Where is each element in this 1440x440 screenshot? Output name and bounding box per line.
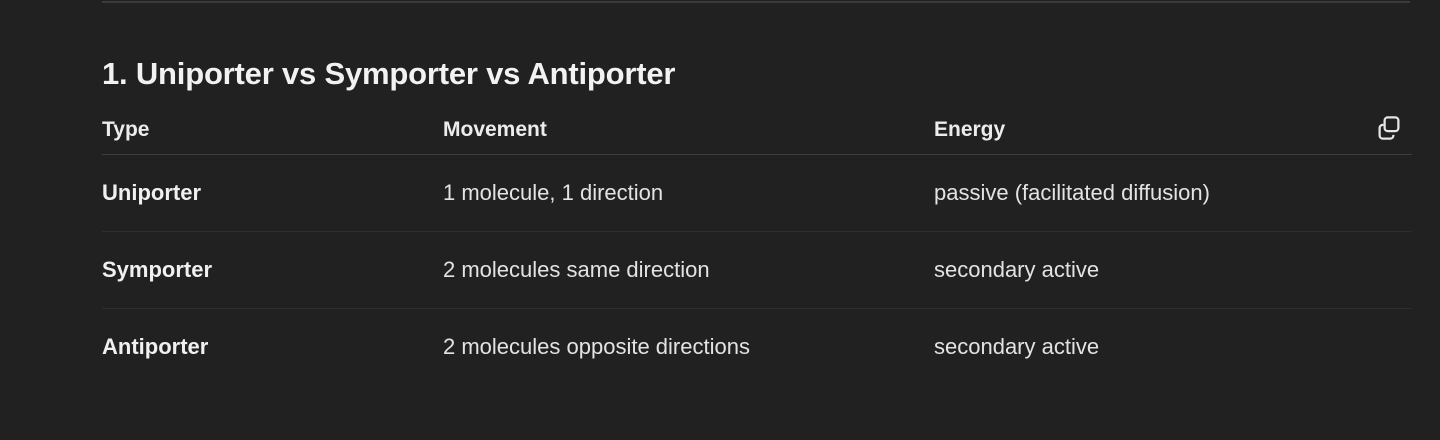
cell-energy: secondary active: [934, 231, 1412, 309]
column-header-energy: Energy: [934, 106, 1412, 155]
cell-type: Antiporter: [102, 334, 209, 359]
cell-movement: 2 molecules same direction: [443, 231, 934, 309]
copy-icon: [1378, 116, 1400, 140]
copy-table-button[interactable]: [1374, 113, 1404, 143]
column-header-movement: Movement: [443, 106, 934, 155]
cell-energy: passive (facilitated diffusion): [934, 154, 1412, 232]
comparison-table-container: Type Movement Energy Uniporter 1 molecul…: [102, 106, 1412, 385]
section-heading: 1. Uniporter vs Symporter vs Antiporter: [102, 56, 676, 91]
response-section: 1. Uniporter vs Symporter vs Antiporter …: [102, 50, 1412, 385]
table-row: Uniporter 1 molecule, 1 direction passiv…: [102, 154, 1412, 232]
cell-movement: 1 molecule, 1 direction: [443, 154, 934, 232]
divider: [102, 1, 1410, 3]
cell-type: Uniporter: [102, 154, 443, 232]
column-header-type: Type: [102, 106, 443, 155]
cell-energy: secondary active: [934, 334, 1100, 359]
chat-content: 1. Uniporter vs Symporter vs Antiporter …: [0, 0, 1440, 440]
cell-movement: 2 molecules opposite directions: [443, 334, 750, 359]
table-header-row: Type Movement Energy: [102, 106, 1412, 155]
comparison-table: Type Movement Energy Uniporter 1 molecul…: [102, 106, 1412, 385]
cell-type: Symporter: [102, 231, 443, 309]
table-row: Antiporter 2 molecules opposite directio…: [102, 309, 1412, 386]
table-row: Symporter 2 molecules same direction sec…: [102, 231, 1412, 309]
